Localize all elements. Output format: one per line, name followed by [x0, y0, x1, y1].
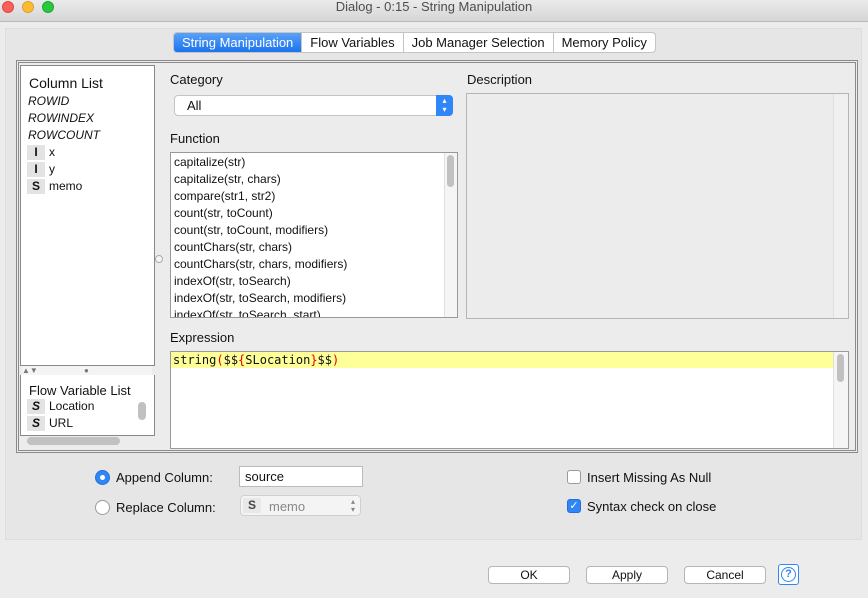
tab-flow-variables[interactable]: Flow Variables: [302, 33, 404, 52]
tab-memory-policy[interactable]: Memory Policy: [554, 33, 655, 52]
description-box: [466, 93, 849, 319]
column-item-rowindex[interactable]: ROWINDEX: [21, 110, 154, 127]
function-scrollbar[interactable]: [447, 155, 454, 187]
split-pane-divider[interactable]: ▲▼ ●: [22, 366, 152, 375]
append-column-label: Append Column:: [116, 470, 213, 485]
expression-token: (: [216, 353, 224, 367]
category-select[interactable]: All ▴ ▾: [174, 95, 453, 116]
expression-label: Expression: [170, 330, 235, 345]
integer-type-icon: I: [27, 145, 45, 160]
expression-token: ): [332, 353, 340, 367]
description-label: Description: [467, 72, 533, 87]
flow-variable-hscrollbar[interactable]: [27, 437, 120, 445]
function-item[interactable]: capitalize(str, chars): [171, 171, 457, 188]
expression-line: string($${SLocation}$$): [171, 352, 833, 368]
integer-type-icon: I: [27, 162, 45, 177]
replace-column-select[interactable]: S memo ▴ ▾: [240, 495, 361, 516]
column-list-title: Column List: [29, 75, 103, 91]
function-item[interactable]: countChars(str, chars): [171, 239, 457, 256]
flow-variable-name: URL: [49, 416, 74, 430]
flow-variable-vscrollbar[interactable]: [138, 402, 146, 420]
syntax-check-checkbox[interactable]: ✓: [567, 499, 581, 513]
chevron-updown-icon: ▴ ▾: [350, 497, 355, 514]
function-list: capitalize(str) capitalize(str, chars) com…: [170, 152, 458, 318]
minimize-window-button[interactable]: [22, 1, 34, 13]
apply-button[interactable]: Apply: [586, 566, 668, 584]
function-item[interactable]: count(str, toCount, modifiers): [171, 222, 457, 239]
chevron-updown-icon: ▴ ▾: [436, 95, 453, 116]
help-icon: ?: [781, 567, 796, 582]
category-label: Category: [170, 72, 223, 87]
function-item[interactable]: indexOf(str, toSearch, modifiers): [171, 290, 457, 307]
flow-variable-url[interactable]: S URL: [21, 415, 154, 432]
function-item[interactable]: count(str, toCount): [171, 205, 457, 222]
function-label: Function: [170, 131, 220, 146]
function-item[interactable]: countChars(str, chars, modifiers): [171, 256, 457, 273]
tab-job-manager-selection[interactable]: Job Manager Selection: [404, 33, 554, 52]
column-item-rowid[interactable]: ROWID: [21, 93, 154, 110]
string-type-icon: S: [27, 179, 45, 194]
string-type-icon: S: [243, 498, 261, 513]
expression-token: $$: [223, 353, 239, 367]
column-name: memo: [49, 179, 83, 193]
flow-variable-panel: Flow Variable List S Location S URL: [20, 375, 155, 436]
ok-button[interactable]: OK: [488, 566, 570, 584]
replace-column-label: Replace Column:: [116, 500, 216, 515]
split-handle[interactable]: [155, 255, 163, 263]
flow-variable-list-title: Flow Variable List: [29, 383, 131, 398]
close-window-button[interactable]: [2, 1, 14, 13]
append-column-radio[interactable]: [95, 470, 110, 485]
string-type-icon: S: [27, 416, 45, 431]
insert-missing-checkbox[interactable]: [567, 470, 581, 484]
replace-column-radio[interactable]: [95, 500, 110, 515]
column-list: Column List ROWID ROWINDEX ROWCOUNT Ix I…: [20, 65, 155, 366]
title-bar: Dialog - 0:15 - String Manipulation: [0, 0, 868, 22]
column-item-rowcount[interactable]: ROWCOUNT: [21, 127, 154, 144]
insert-missing-label: Insert Missing As Null: [587, 470, 712, 485]
expression-token: $$: [317, 353, 332, 367]
help-button[interactable]: ?: [778, 564, 799, 585]
syntax-check-label: Syntax check on close: [587, 499, 717, 514]
string-type-icon: S: [27, 399, 45, 414]
function-item[interactable]: capitalize(str): [171, 154, 457, 171]
column-item-x[interactable]: Ix: [21, 144, 154, 161]
expression-token: SLocation: [245, 353, 311, 367]
function-item[interactable]: indexOf(str, toSearch): [171, 273, 457, 290]
function-item[interactable]: indexOf(str, toSearch, start): [171, 307, 457, 317]
expression-token: string: [173, 353, 217, 367]
column-item-y[interactable]: Iy: [21, 161, 154, 178]
window-title: Dialog - 0:15 - String Manipulation: [335, 0, 533, 14]
function-item[interactable]: compare(str1, str2): [171, 188, 457, 205]
flow-variable-name: Location: [49, 399, 95, 413]
category-value: All: [187, 98, 202, 113]
tab-bar: String Manipulation Flow Variables Job M…: [173, 32, 656, 53]
replace-column-value: memo: [269, 499, 306, 514]
column-name: y: [49, 162, 55, 176]
column-item-memo[interactable]: Smemo: [21, 178, 154, 195]
expression-scrollbar[interactable]: [837, 354, 844, 382]
tab-string-manipulation[interactable]: String Manipulation: [174, 33, 303, 52]
flow-variable-location[interactable]: S Location: [21, 398, 154, 415]
expression-token: }: [310, 353, 318, 367]
zoom-window-button[interactable]: [42, 1, 54, 13]
append-column-input[interactable]: source: [239, 466, 363, 487]
cancel-button[interactable]: Cancel: [684, 566, 766, 584]
expression-editor[interactable]: string($${SLocation}$$): [170, 351, 849, 449]
column-name: x: [49, 145, 55, 159]
